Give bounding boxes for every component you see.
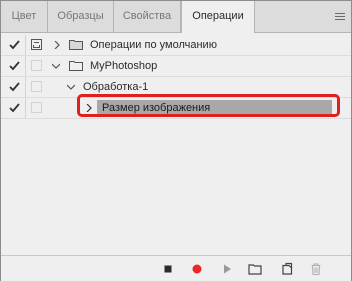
column-divider <box>25 35 26 55</box>
dialog-toggle-icon[interactable] <box>31 81 42 92</box>
toggle-checkmark-icon[interactable] <box>8 38 21 51</box>
play-icon[interactable] <box>220 262 234 276</box>
actions-panel: Цвет Образцы Свойства Операции Операции … <box>0 0 352 281</box>
action-set-label: MyPhotoshop <box>90 60 158 72</box>
tab-actions[interactable]: Операции <box>181 1 255 33</box>
dialog-toggle-icon[interactable] <box>31 102 42 113</box>
tab-color[interactable]: Цвет <box>1 1 48 32</box>
toggle-checkmark-icon[interactable] <box>8 80 21 93</box>
chevron-down-icon[interactable] <box>52 62 60 70</box>
folder-icon <box>69 40 83 50</box>
chevron-down-icon[interactable] <box>67 83 75 91</box>
action-set-row[interactable]: Операции по умолчанию <box>1 35 351 55</box>
toggle-checkmark-icon[interactable] <box>8 101 21 114</box>
column-divider <box>25 77 26 97</box>
red-callout-outline <box>77 94 340 117</box>
new-action-icon[interactable] <box>280 262 294 276</box>
stop-icon[interactable] <box>161 262 175 276</box>
folder-icon <box>69 61 83 71</box>
actions-list: Операции по умолчанию MyPhotoshop Обрабо… <box>1 34 351 254</box>
tab-bar: Цвет Образцы Свойства Операции <box>1 1 351 33</box>
row-divider <box>1 118 351 119</box>
column-divider <box>25 56 26 76</box>
dialog-toggle-icon[interactable] <box>31 60 42 71</box>
dialog-toggle-icon[interactable] <box>31 39 42 50</box>
trash-icon[interactable] <box>309 262 323 276</box>
new-set-folder-icon[interactable] <box>248 262 262 276</box>
action-set-label: Операции по умолчанию <box>90 39 217 51</box>
column-divider <box>25 98 26 118</box>
actions-toolbar <box>1 255 351 281</box>
toggle-checkmark-icon[interactable] <box>8 59 21 72</box>
tab-swatches[interactable]: Образцы <box>48 1 114 32</box>
action-set-row[interactable]: MyPhotoshop <box>1 56 351 76</box>
record-icon[interactable] <box>190 262 204 276</box>
chevron-right-icon[interactable] <box>53 41 61 49</box>
tab-properties[interactable]: Свойства <box>114 1 181 32</box>
panel-menu-icon[interactable] <box>335 13 345 20</box>
